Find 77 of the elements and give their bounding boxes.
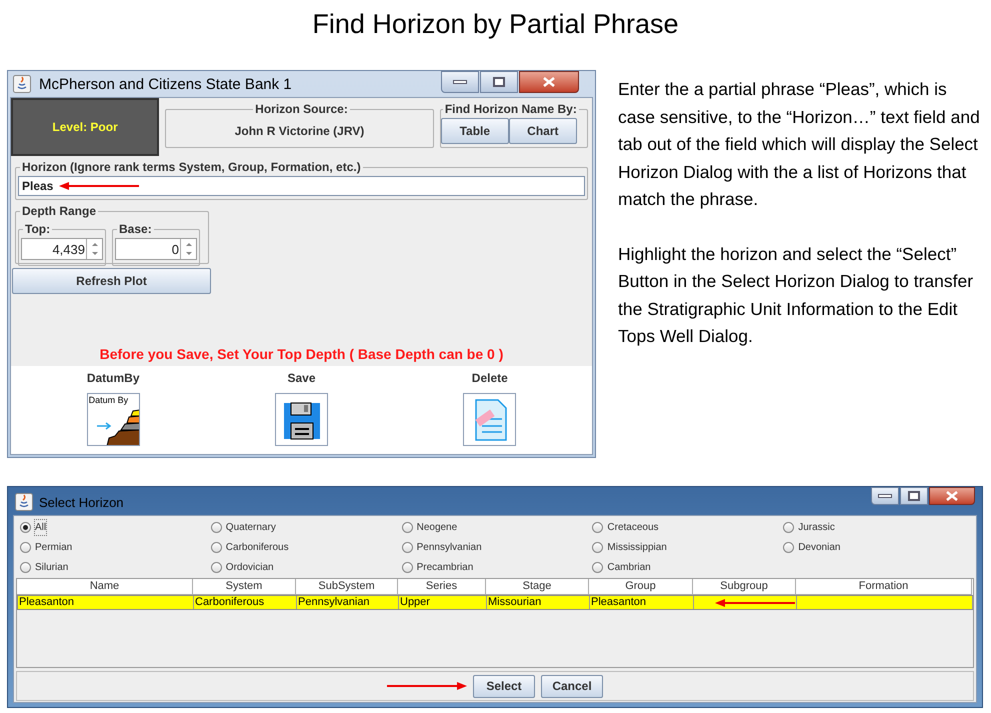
delete-button[interactable] — [463, 393, 516, 446]
table-cell: Pleasanton — [591, 596, 646, 609]
table-cell: Pleasanton — [19, 596, 74, 609]
radio-button[interactable] — [210, 542, 222, 553]
datum-button[interactable]: Datum By — [86, 393, 140, 446]
radio-label[interactable]: Permian — [35, 540, 72, 555]
find-option-button[interactable]: Chart — [508, 118, 577, 144]
horizon-label: Horizon (Ignore rank terms System, Group, Formation, etc.) — [21, 159, 362, 176]
radio-button[interactable] — [592, 542, 604, 553]
horizon-field[interactable]: Pleas — [18, 176, 585, 196]
radio-label[interactable]: Carboniferous — [226, 540, 289, 555]
action-label: Delete — [472, 370, 508, 387]
radio-label[interactable]: Mississippian — [607, 540, 667, 555]
minimize-button[interactable] — [441, 71, 479, 93]
radio-label[interactable]: Silurian — [35, 560, 68, 575]
window-title: Select Horizon — [39, 494, 124, 512]
radio-label[interactable]: Ordovician — [226, 560, 274, 575]
find-option-button[interactable]: Table — [440, 118, 509, 144]
radio-label[interactable]: Precambrian — [416, 560, 474, 575]
radio-button[interactable] — [210, 522, 222, 533]
java-icon — [15, 493, 33, 511]
instruction-paragraph: Enter the a partial phrase “Pleas”, which is case sensitive, to the “Horizon…” text field and tab out of the field which will display the Select Horizon Dialog with the a list of Horizons that match the phrase. — [618, 78, 981, 211]
base-depth-spinner[interactable]: 0 — [115, 238, 197, 260]
action-label: Save — [287, 370, 316, 387]
top-depth-spinner[interactable]: 4,439 — [21, 238, 103, 260]
radio-button[interactable] — [20, 562, 31, 573]
top-value: 4,439 — [51, 241, 86, 259]
warning-message: Before you Save, Set Your Top Depth ( Base Depth can be 0 ) — [98, 345, 504, 364]
radio-label[interactable]: All — [35, 520, 46, 535]
radio-button[interactable] — [20, 542, 31, 553]
close-button[interactable] — [929, 487, 975, 505]
radio-button[interactable] — [592, 522, 604, 533]
java-icon — [13, 75, 31, 93]
save-button[interactable] — [274, 393, 328, 446]
radio-label[interactable]: Cambrian — [607, 560, 651, 575]
table-cell: Carboniferous — [195, 596, 264, 609]
maximize-button[interactable] — [480, 71, 518, 93]
radio-button[interactable] — [592, 562, 604, 573]
source-name: John R Victorine (JRV) — [234, 123, 366, 140]
level-label: Level: Poor — [52, 119, 118, 136]
top-label: Top: — [24, 221, 52, 238]
refresh-plot-button[interactable]: Refresh Plot — [12, 268, 211, 294]
action-label: DatumBy — [86, 370, 140, 387]
radio-button[interactable] — [402, 562, 413, 573]
radio-button[interactable] — [20, 522, 31, 533]
table-cell: Upper — [400, 596, 430, 609]
find-label: Find Horizon Name By: — [444, 101, 578, 118]
window-title: McPherson and Citizens State Bank 1 — [39, 75, 292, 95]
radio-label[interactable]: Cretaceous — [607, 520, 659, 535]
base-label: Base: — [118, 221, 153, 238]
source-label: Horizon Source: — [254, 101, 349, 118]
radio-button[interactable] — [210, 562, 222, 573]
radio-label[interactable]: Pennsylvanian — [416, 540, 482, 555]
table-cell: Missourian — [488, 596, 542, 609]
instruction-paragraph: Highlight the horizon and select the “Select” Button in the Select Horizon Dialog to transfer the Stratigraphic Unit Information to the Edit Tops Well Dialog. — [618, 242, 974, 348]
slide-title: Find Horizon by Partial Phrase — [311, 8, 680, 41]
radio-label[interactable]: Jurassic — [798, 520, 835, 535]
radio-button[interactable] — [783, 522, 794, 533]
horizon-value: Pleas — [22, 178, 54, 195]
dialog-button[interactable]: Select — [473, 674, 535, 698]
radio-label[interactable]: Quaternary — [226, 520, 276, 535]
close-icon — [946, 491, 958, 501]
radio-button[interactable] — [402, 522, 413, 533]
radio-button[interactable] — [783, 542, 794, 553]
icon-caption: Datum By — [88, 394, 128, 407]
dialog-button[interactable]: Cancel — [541, 674, 603, 698]
maximize-button[interactable] — [900, 487, 928, 505]
radio-label[interactable]: Devonian — [798, 540, 840, 555]
minimize-button[interactable] — [871, 487, 899, 505]
depth-range-label: Depth Range — [21, 203, 98, 220]
table-cell: Pennsylvanian — [298, 596, 370, 609]
close-icon — [543, 77, 555, 87]
close-button[interactable] — [519, 71, 579, 93]
table-row[interactable]: Pleasanton Carboniferous Pennsylvanian Upper Missourian Pleasanton — [17, 595, 973, 610]
radio-button[interactable] — [402, 542, 413, 553]
base-value: 0 — [170, 241, 180, 259]
radio-label[interactable]: Neogene — [416, 520, 458, 535]
